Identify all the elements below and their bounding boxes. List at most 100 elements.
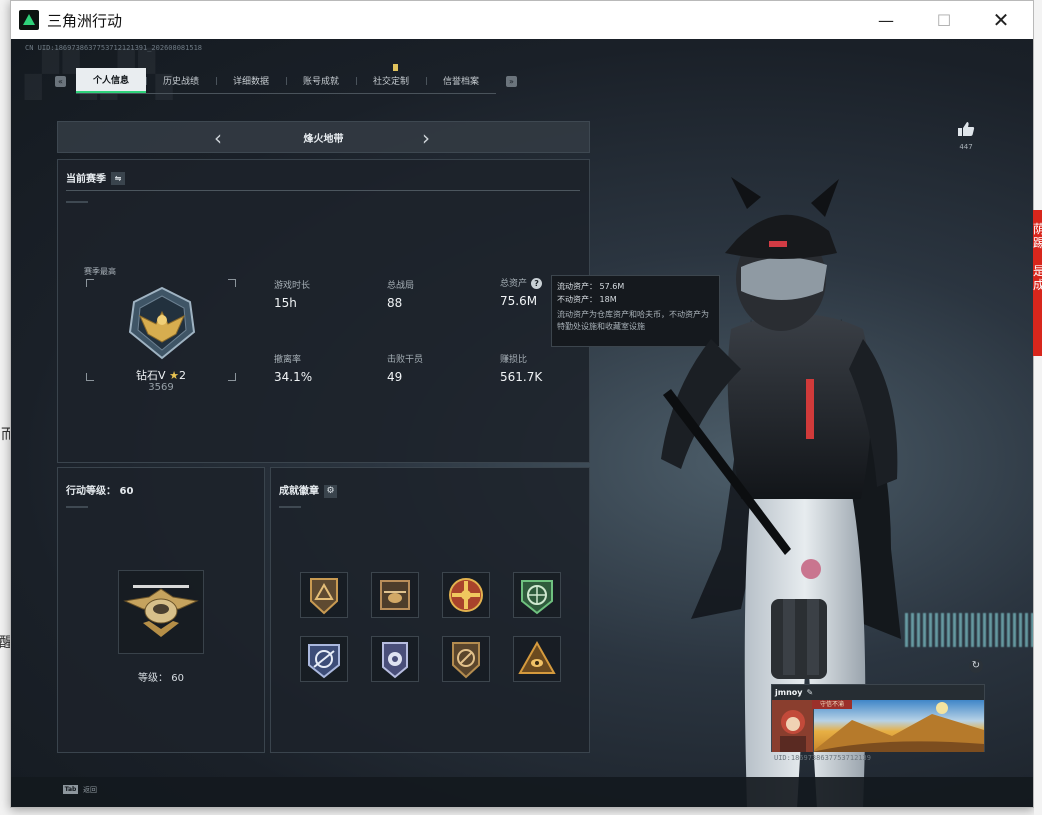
mode-prev-button[interactable]: ‹ (214, 126, 222, 150)
stat-profit-ratio: 赚损比 561.7K (500, 352, 542, 384)
background-window-edge: 而 醒 (0, 0, 15, 815)
stat-key: 游戏时长 (274, 281, 311, 291)
player-name: jmnoy (775, 688, 803, 697)
level-emblem-frame (118, 570, 204, 654)
tabs: 个人信息 历史战绩 详细数据 账号成就 社交定制 信誉档案 (76, 64, 496, 94)
level-text: 等级： 60 (138, 673, 184, 684)
level-title-value: 60 (119, 486, 134, 497)
tab-reputation[interactable]: 信誉档案 (426, 68, 496, 93)
background-red-banner: 荫 踢 是 成 (1033, 210, 1042, 356)
bottom-bar (11, 777, 1033, 807)
globe-medal-icon (521, 580, 553, 615)
helicopter-emblem-icon (123, 585, 199, 637)
background-text: 踢 (1033, 236, 1042, 250)
like-button[interactable]: 447 (956, 121, 976, 151)
title-bar: 三角洲行动 — ☐ ✕ (11, 1, 1033, 39)
season-divider (66, 190, 580, 191)
avatar-image (780, 710, 806, 752)
season-best-label: 赛季最高 (84, 267, 116, 276)
rank-name: 钻石V (136, 369, 166, 382)
tab-prev-button[interactable]: « (55, 75, 66, 87)
season-title: 当前赛季 (66, 174, 106, 185)
maximize-button[interactable]: ☐ (921, 1, 967, 39)
stat-key: 总战局 (387, 281, 415, 291)
background-lights (905, 613, 1033, 647)
tab-achievements[interactable]: 账号成就 (286, 68, 356, 93)
frame-corner (228, 373, 236, 381)
stat-kills: 击败干员 49 (387, 352, 423, 384)
background-text: 成 (1033, 278, 1042, 292)
desktop: 而 醒 三角洲行动 — ☐ ✕ ▞▚▞▚ CN UID:186973863775… (0, 0, 1042, 815)
window-title: 三角洲行动 (47, 11, 123, 30)
stat-play-time: 游戏时长 15h (274, 278, 310, 310)
game-view: ▞▚▞▚ CN UID:1869738637753712121391_20260… (11, 39, 1033, 807)
helicopter-medal-icon (380, 580, 410, 610)
swap-icon[interactable]: ⇋ (111, 172, 125, 185)
notification-dot (393, 64, 398, 71)
satellite-medal-icon (308, 644, 340, 679)
stat-total-matches: 总战局 88 (387, 278, 414, 310)
frame-corner (86, 373, 94, 381)
tab-bar: « 个人信息 历史战绩 详细数据 账号成就 社交定制 信誉档案 » (55, 64, 517, 94)
season-panel: 当前赛季 ⇋ 赛季最高 钻石V ★2 3569 游戏时长 15h 总战局 88 … (57, 159, 590, 463)
stat-total-assets: 总资产? 75.6M (500, 276, 543, 308)
settings-icon[interactable]: ⚙ (324, 485, 337, 498)
background-text: 荫 (1033, 222, 1042, 236)
help-icon[interactable]: ? (531, 278, 543, 289)
no-sign-medal-icon (452, 642, 480, 679)
tab-profile[interactable]: 个人信息 (76, 68, 146, 93)
no-sign-medal[interactable] (442, 636, 490, 682)
uid-line: CN UID:1869738637753712121391_2026080815… (25, 44, 203, 52)
rank-badge-icon (128, 286, 196, 360)
tab-social[interactable]: 社交定制 (356, 64, 426, 93)
game-window: 三角洲行动 — ☐ ✕ ▞▚▞▚ CN UID:1869738637753712… (10, 0, 1034, 808)
eye-triangle-medal[interactable] (513, 636, 561, 682)
achievements-title: 成就徽章 (279, 486, 319, 497)
cross-star-medal[interactable] (442, 572, 490, 618)
minimize-button[interactable]: — (863, 1, 909, 39)
stat-value: 75.6M (500, 294, 538, 308)
globe-medal[interactable] (513, 572, 561, 618)
stat-value: 88 (387, 296, 403, 310)
player-tag: 守信不渝 (812, 700, 852, 709)
tab-key-icon[interactable]: Tab (63, 785, 78, 794)
stat-value: 561.7K (500, 370, 543, 384)
level-panel: 行动等级： 60 等级： 60 (57, 467, 265, 753)
player-card[interactable]: jmnoy ✎ 守信不渝 (771, 684, 985, 752)
tab-history[interactable]: 历史战绩 (146, 68, 216, 93)
decor-tick (66, 506, 88, 508)
helicopter-medal[interactable] (371, 572, 419, 618)
background-window-edge-right (1034, 0, 1042, 815)
mode-next-button[interactable]: › (422, 126, 430, 150)
tab-details[interactable]: 详细数据 (216, 68, 286, 93)
frame-corner (228, 279, 236, 287)
stat-key-row: 总资产? (500, 276, 543, 289)
decor-tick (279, 506, 301, 508)
back-label: 返回 (83, 786, 97, 794)
mode-selector: ‹ 烽火地带 › (57, 121, 590, 153)
stat-value: 49 (387, 370, 403, 384)
player-avatar (772, 700, 814, 752)
eye-triangle-medal-icon (518, 640, 556, 674)
mode-title: 烽火地带 (303, 133, 344, 145)
star-icon: ★ (169, 369, 179, 382)
level-title: 行动等级： 60 (66, 482, 133, 497)
stat-key: 总资产 (500, 279, 528, 289)
app-logo-icon (19, 10, 39, 30)
achievements-header: 成就徽章 ⚙ (279, 482, 337, 498)
tab-next-button[interactable]: » (506, 75, 517, 87)
achievements-panel: 成就徽章 ⚙ (270, 467, 590, 753)
close-button[interactable]: ✕ (978, 1, 1024, 39)
rank-stars: 2 (178, 369, 186, 382)
season-header: 当前赛季 ⇋ (66, 170, 125, 185)
background-text: 是 (1033, 264, 1042, 278)
level-title-label: 行动等级： (66, 486, 116, 497)
refresh-icon[interactable]: ↻ (969, 659, 983, 673)
triangle-medal[interactable] (300, 572, 348, 618)
triangle-medal-icon (310, 578, 338, 615)
rank-score: 3569 (148, 382, 174, 393)
edit-icon[interactable]: ✎ (806, 688, 813, 697)
satellite-medal[interactable] (300, 636, 348, 682)
rank-line: 钻石V ★2 (98, 367, 224, 383)
shield-star-medal[interactable] (371, 636, 419, 682)
